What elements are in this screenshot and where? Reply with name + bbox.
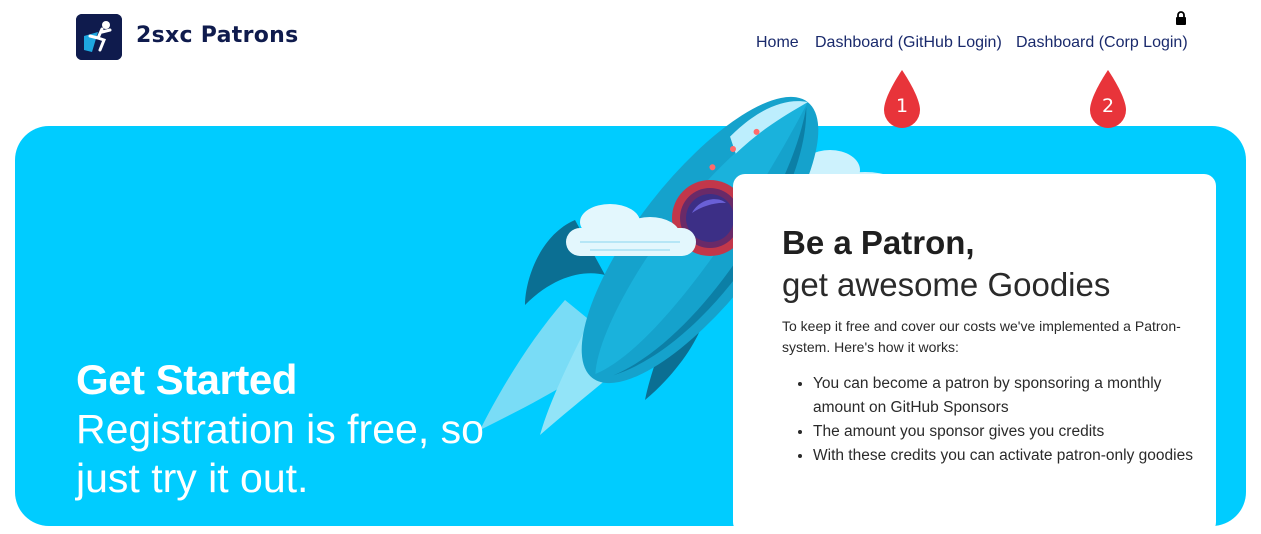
list-item: You can become a patron by sponsoring a … xyxy=(813,372,1203,420)
card-intro: To keep it free and cover our costs we'v… xyxy=(782,318,1181,355)
card-title: Be a Patron, xyxy=(782,224,975,261)
benefits-list: You can become a patron by sponsoring a … xyxy=(782,372,1203,468)
hero-subtitle: Registration is free, so just try it out… xyxy=(76,406,484,501)
nav-dashboard-corp-link[interactable]: Dashboard (Corp Login) xyxy=(1016,34,1188,52)
annotation-marker-2: 2 xyxy=(1086,70,1130,132)
annotation-marker-label: 1 xyxy=(895,95,909,117)
card-subtitle: get awesome Goodies xyxy=(782,266,1111,303)
list-item: The amount you sponsor gives you credits xyxy=(813,420,1203,444)
nav-home-link[interactable]: Home xyxy=(756,34,799,52)
annotation-marker-1: 1 xyxy=(880,70,924,132)
annotation-marker-label: 2 xyxy=(1101,95,1115,117)
logo-text[interactable]: 2sxc Patrons xyxy=(136,23,299,48)
nav-dashboard-github-link[interactable]: Dashboard (GitHub Login) xyxy=(815,34,1002,52)
list-item: With these credits you can activate patr… xyxy=(813,444,1203,468)
hero-title: Get Started xyxy=(76,356,297,403)
lock-icon[interactable] xyxy=(1175,11,1187,25)
logo-icon[interactable] xyxy=(76,14,122,60)
